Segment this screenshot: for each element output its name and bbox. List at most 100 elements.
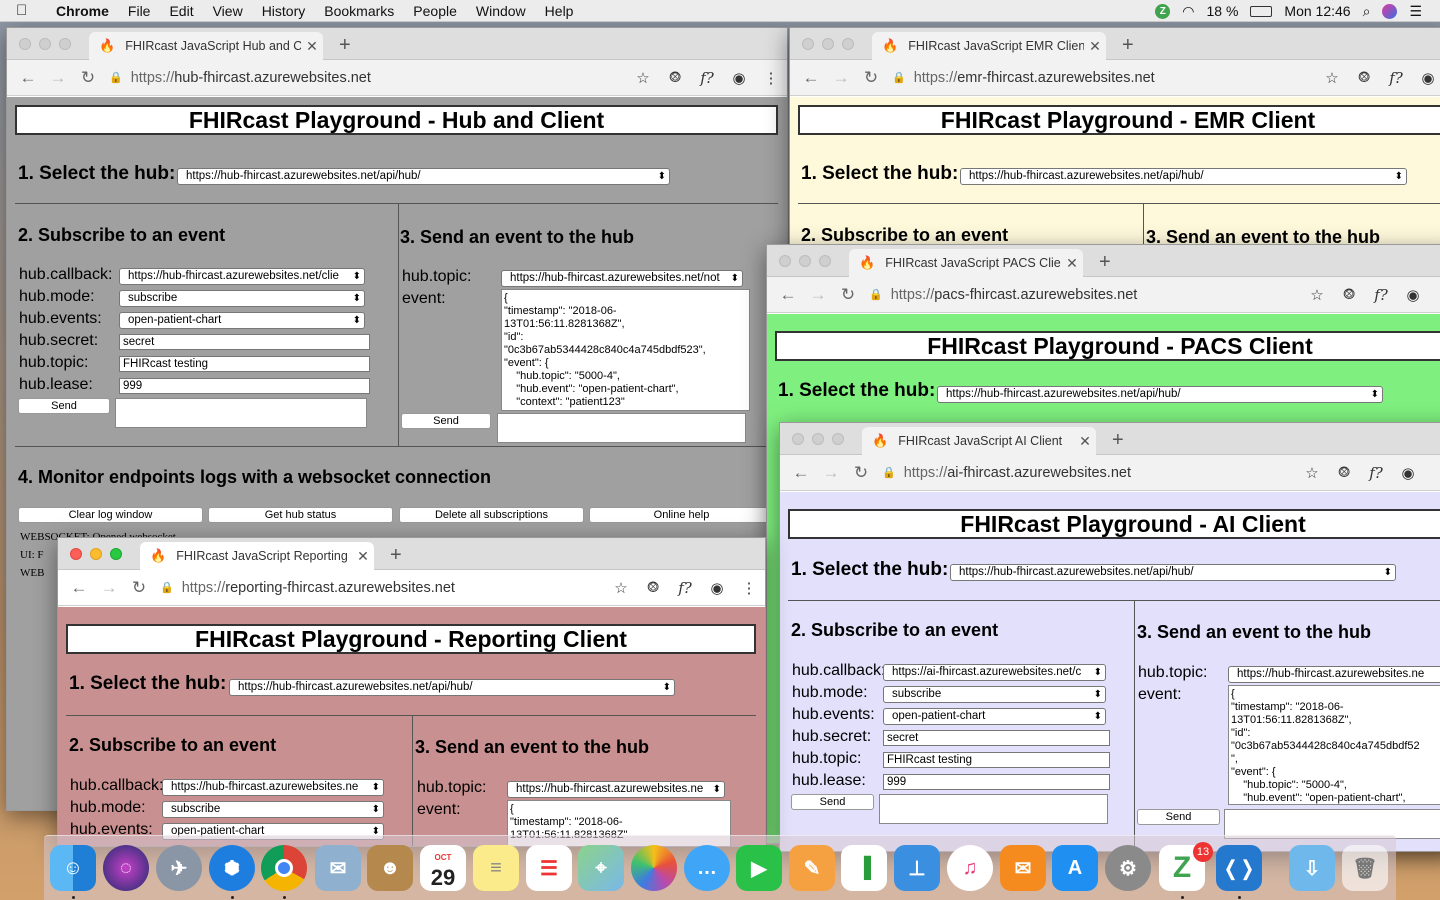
menu-edit[interactable]: Edit	[169, 3, 193, 19]
numbers-icon[interactable]: ▐	[841, 845, 887, 891]
downloads-folder-icon[interactable]: ⇩	[1289, 845, 1335, 891]
preview-icon[interactable]: ✉	[315, 845, 361, 891]
extension-icon[interactable]: ⨷	[1328, 464, 1360, 481]
reload-icon[interactable]: ↻	[833, 285, 863, 305]
extension-icon[interactable]: ⨷	[659, 69, 691, 86]
subscribe-response[interactable]	[115, 398, 367, 428]
photos-icon[interactable]	[631, 845, 677, 891]
secret-input[interactable]: secret	[119, 334, 370, 350]
system-preferences-icon[interactable]: ⚙	[1105, 845, 1151, 891]
clear-log-button[interactable]: Clear log window	[18, 507, 203, 523]
profile-icon[interactable]: ◉	[1392, 464, 1424, 482]
menu-people[interactable]: People	[413, 3, 457, 19]
keynote-icon[interactable]: ⊥	[894, 845, 940, 891]
lease-input[interactable]: 999	[119, 378, 370, 394]
emr-tab[interactable]: 🔥 FHIRcast JavaScript EMR Clien ✕	[872, 32, 1106, 60]
new-tab-button[interactable]: +	[339, 34, 351, 57]
fhir-extension-icon[interactable]: f?	[691, 69, 723, 87]
forward-icon[interactable]: →	[94, 578, 124, 598]
new-tab-button[interactable]: +	[1122, 34, 1134, 57]
calendar-icon[interactable]: OCT 29	[420, 845, 466, 891]
mode-select[interactable]: subscribe	[162, 801, 384, 818]
notes-icon[interactable]: ≡	[473, 845, 519, 891]
menu-help[interactable]: Help	[545, 3, 574, 19]
callback-select[interactable]: https://ai-fhircast.azurewebsites.net/c	[883, 664, 1106, 681]
profile-icon[interactable]: ◉	[1412, 69, 1440, 87]
hub-select[interactable]: https://hub-fhircast.azurewebsites.net/a…	[229, 679, 675, 696]
apple-icon[interactable]: 	[16, 2, 38, 19]
wifi-icon[interactable]: ◠	[1182, 3, 1194, 20]
pacs-tab[interactable]: 🔥 FHIRcast JavaScript PACS Clie ✕	[849, 249, 1083, 277]
notification-center-icon[interactable]: ☰	[1409, 3, 1422, 20]
pages-icon[interactable]: ✎	[789, 845, 835, 891]
subscribe-send-button[interactable]: Send	[18, 398, 110, 414]
launchpad-icon[interactable]: ✈	[156, 845, 202, 891]
window-controls[interactable]	[802, 38, 854, 50]
get-hub-status-button[interactable]: Get hub status	[208, 507, 393, 523]
topic-input[interactable]: FHIRcast testing	[883, 752, 1110, 768]
bookmark-star-icon[interactable]: ☆	[1301, 286, 1333, 304]
menu-icon[interactable]: ⋮	[733, 579, 765, 597]
forward-icon[interactable]: →	[826, 68, 856, 88]
forward-icon[interactable]: →	[816, 463, 846, 483]
topic-input[interactable]: FHIRcast testing	[119, 356, 370, 372]
bookmark-star-icon[interactable]: ☆	[605, 579, 637, 597]
url-field[interactable]: 🔒 https://emr-fhircast.azurewebsites.net	[886, 64, 1316, 92]
ibooks-icon[interactable]: ✉	[1000, 845, 1046, 891]
itunes-icon[interactable]: ♫	[947, 845, 993, 891]
hub-select[interactable]: https://hub-fhircast.azurewebsites.net/a…	[950, 564, 1396, 581]
event-send-button[interactable]: Send	[401, 413, 491, 429]
menu-history[interactable]: History	[262, 3, 306, 19]
vscode-icon[interactable]: ❬❭	[1216, 845, 1262, 891]
menu-icon[interactable]: ⋮	[755, 69, 787, 87]
close-tab-icon[interactable]: ✕	[301, 38, 323, 55]
online-help-button[interactable]: Online help	[589, 507, 774, 523]
reporting-tab[interactable]: 🔥 FHIRcast JavaScript Reporting ✕	[140, 542, 374, 570]
bookmark-star-icon[interactable]: ☆	[1296, 464, 1328, 482]
url-field[interactable]: 🔒 https://hub-fhircast.azurewebsites.net	[103, 64, 627, 92]
send-topic-select[interactable]: https://hub-fhircast.azurewebsites.ne	[1228, 666, 1440, 683]
back-icon[interactable]: ←	[13, 68, 43, 88]
messages-icon[interactable]: …	[684, 845, 730, 891]
event-textarea[interactable]: { "timestamp": "2018-06- 13T01:56:11.828…	[501, 289, 750, 411]
extension-icon[interactable]: ⨷	[1348, 69, 1380, 86]
events-select[interactable]: open-patient-chart	[119, 312, 365, 329]
events-select[interactable]: open-patient-chart	[883, 708, 1106, 725]
close-tab-icon[interactable]: ✕	[352, 548, 374, 565]
fhir-extension-icon[interactable]: f?	[1365, 286, 1397, 304]
reload-icon[interactable]: ↻	[846, 463, 876, 483]
trash-icon[interactable]: 🗑	[1342, 845, 1388, 891]
fhir-extension-icon[interactable]: f?	[669, 579, 701, 597]
extension-icon[interactable]: ⨷	[637, 579, 669, 596]
profile-icon[interactable]: ◉	[1397, 286, 1429, 304]
reload-icon[interactable]: ↻	[73, 68, 103, 88]
z-status-icon[interactable]: Z	[1155, 3, 1171, 19]
maps-icon[interactable]: ⌖	[578, 845, 624, 891]
callback-select[interactable]: https://hub-fhircast.azurewebsites.ne	[162, 779, 384, 796]
new-tab-button[interactable]: +	[1112, 429, 1124, 452]
lease-input[interactable]: 999	[883, 774, 1110, 790]
close-tab-icon[interactable]: ✕	[1084, 38, 1106, 55]
event-textarea[interactable]: { "timestamp": "2018-06- 13T01:56:11.828…	[1228, 685, 1440, 805]
safari-icon[interactable]: ✲	[209, 845, 255, 891]
menu-bookmarks[interactable]: Bookmarks	[324, 3, 394, 19]
profile-icon[interactable]: ◉	[701, 579, 733, 597]
reminders-icon[interactable]: ☰	[526, 845, 572, 891]
reload-icon[interactable]: ↻	[124, 578, 154, 598]
back-icon[interactable]: ←	[773, 285, 803, 305]
url-field[interactable]: 🔒 https://pacs-fhircast.azurewebsites.net	[863, 281, 1301, 309]
new-tab-button[interactable]: +	[390, 544, 402, 567]
menu-window[interactable]: Window	[476, 3, 526, 19]
bookmark-star-icon[interactable]: ☆	[1316, 69, 1348, 87]
menu-app[interactable]: Chrome	[56, 3, 109, 19]
profile-icon[interactable]: ◉	[723, 69, 755, 87]
ai-tab[interactable]: 🔥 FHIRcast JavaScript AI Client ✕	[862, 427, 1096, 455]
window-controls[interactable]	[792, 433, 844, 445]
mode-select[interactable]: subscribe	[883, 686, 1106, 703]
app-store-icon[interactable]: A	[1052, 845, 1098, 891]
mode-select[interactable]: subscribe	[119, 290, 365, 307]
fhir-extension-icon[interactable]: f?	[1360, 464, 1392, 482]
siri-icon[interactable]: ◌	[103, 845, 149, 891]
subscribe-send-button[interactable]: Send	[791, 794, 874, 810]
hub-select[interactable]: https://hub-fhircast.azurewebsites.net/a…	[177, 168, 670, 185]
